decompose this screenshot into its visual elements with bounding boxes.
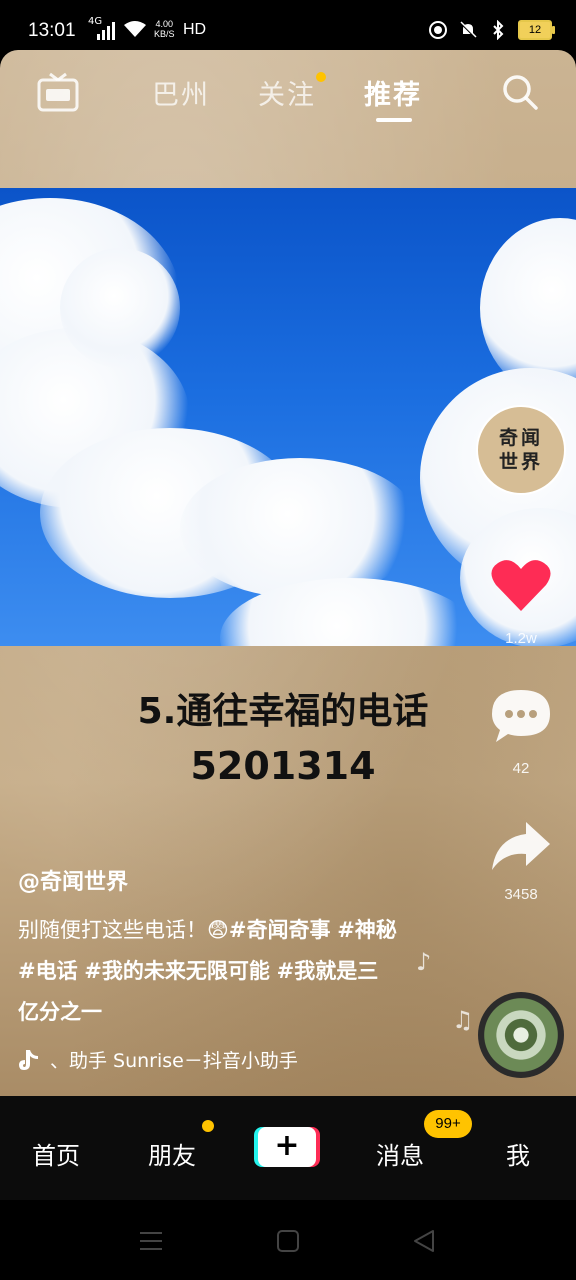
comment-icon[interactable] [488, 686, 554, 746]
share-arrow-icon[interactable] [488, 816, 554, 876]
network-speed: 4.00 KB/S [154, 19, 175, 39]
hashtag[interactable]: #我的未来无限可能 [84, 959, 270, 983]
recent-apps-icon[interactable] [138, 1230, 164, 1252]
comment-count: 42 [512, 760, 530, 777]
nav-me[interactable]: 我 [506, 1136, 530, 1171]
mute-bell-icon [460, 21, 477, 38]
video-player[interactable]: 巴州 关注 推荐 5.通往幸福的电话 5201314 奇闻 世界 1.2w 42… [0, 50, 576, 1096]
status-bar: 13:01 4G 4.00 KB/S HD 12 [0, 0, 576, 50]
battery-icon: 12 [518, 20, 555, 40]
following-notification-dot [316, 72, 326, 82]
hashtag[interactable]: #电话 [18, 959, 78, 983]
video-caption-title: 5.通往幸福的电话 [137, 691, 429, 732]
music-note-icon: ♪ [416, 948, 432, 976]
author-avatar[interactable]: 奇闻 世界 [476, 405, 566, 495]
search-icon[interactable] [500, 72, 540, 112]
share-count: 3458 [504, 886, 538, 903]
create-post-button[interactable]: + [258, 1127, 316, 1167]
like-heart-icon[interactable] [488, 555, 554, 615]
live-tv-icon[interactable] [36, 72, 80, 114]
music-info[interactable]: 、助手 Sunrise－抖音小助手 [18, 1046, 380, 1073]
tab-recommend[interactable]: 推荐 [364, 73, 422, 112]
nav-messages[interactable]: 消息 [376, 1136, 424, 1171]
friends-notification-dot [202, 1120, 214, 1132]
bottom-nav: 首页 朋友 + 消息 99+ 我 [0, 1096, 576, 1200]
nav-home[interactable]: 首页 [32, 1136, 80, 1171]
wifi-icon [124, 21, 146, 37]
avatar-text-top: 奇闻 [498, 427, 543, 449]
tiktok-logo-icon [19, 1049, 38, 1070]
top-nav: 巴州 关注 推荐 [0, 50, 576, 140]
back-triangle-icon[interactable] [412, 1229, 436, 1253]
hashtag[interactable]: #神秘 [337, 918, 397, 942]
active-tab-indicator [376, 118, 412, 122]
hd-label: HD [183, 21, 207, 38]
messages-badge: 99+ [424, 1110, 472, 1138]
like-count: 1.2w [505, 630, 537, 647]
bluetooth-icon [493, 20, 504, 40]
author-name[interactable]: @奇闻世界 [18, 864, 128, 896]
status-time: 13:01 [28, 20, 76, 41]
avatar-text-bottom: 世界 [498, 451, 543, 473]
nav-friends[interactable]: 朋友 [148, 1136, 196, 1171]
hashtag[interactable]: #奇闻奇事 [229, 918, 331, 942]
description-text: 别随便打这些电话！😨 [18, 918, 229, 942]
system-nav-bar [0, 1200, 576, 1280]
signal-icon [97, 22, 115, 40]
music-title: 、助手 Sunrise－抖音小助手 [50, 1050, 298, 1072]
tab-local[interactable]: 巴州 [152, 73, 210, 112]
home-square-icon[interactable] [276, 1229, 300, 1253]
focus-mode-icon [429, 21, 447, 39]
tab-following[interactable]: 关注 [258, 73, 316, 112]
video-description: 别随便打这些电话！😨#奇闻奇事 #神秘 #电话 #我的未来无限可能 #我就是三亿… [18, 910, 398, 1033]
music-disc[interactable] [478, 992, 564, 1078]
music-note-icon: ♫ [452, 1006, 474, 1034]
